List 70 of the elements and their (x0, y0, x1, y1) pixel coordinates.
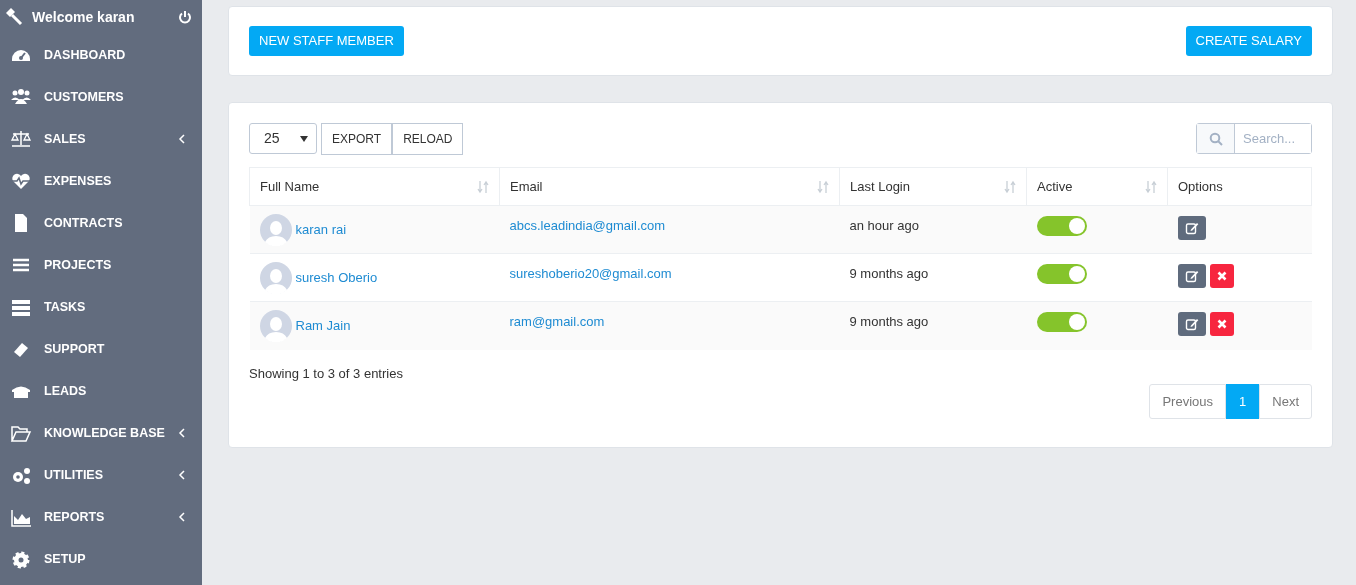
chevron-left-icon (178, 470, 186, 480)
active-toggle[interactable] (1036, 312, 1087, 332)
user-name-link[interactable]: Ram Jain (295, 316, 351, 336)
chevron-left-icon (178, 512, 186, 522)
email-link[interactable]: abcs.leadindia@gmail.com (509, 218, 666, 233)
table-tool-button[interactable]: RELOAD (392, 123, 464, 155)
heartbeat-icon (10, 171, 32, 191)
sidebar-item[interactable]: SETUP (0, 538, 202, 580)
column-header[interactable]: Last Login (839, 167, 1027, 206)
page-size-select[interactable]: 25 (249, 123, 317, 154)
edit-icon (1184, 269, 1199, 283)
gavel-icon (4, 7, 24, 27)
column-header[interactable]: Active (1026, 167, 1168, 206)
delete-button[interactable] (1209, 312, 1234, 336)
close-icon (1216, 271, 1227, 281)
sidebar-item[interactable]: PROJECTS (0, 244, 202, 286)
last-login-text: 9 months ago (849, 266, 929, 281)
sidebar-item[interactable]: CONTRACTS (0, 202, 202, 244)
edit-button[interactable] (1177, 312, 1206, 336)
edit-icon (1184, 221, 1199, 235)
sidebar-item[interactable]: EXPENSES (0, 160, 202, 202)
user-name-link[interactable]: karan rai (295, 220, 347, 240)
close-icon (1216, 319, 1227, 329)
sidebar-item[interactable]: DASHBOARD (0, 34, 202, 76)
power-icon[interactable] (178, 10, 192, 24)
sidebar-item[interactable]: KNOWLEDGE BASE (0, 412, 202, 454)
column-header[interactable]: Email (499, 167, 840, 206)
search-field[interactable]: Search... (1196, 123, 1312, 154)
chevron-left-icon (178, 428, 186, 438)
chevron-left-icon (178, 134, 186, 144)
sidebar-item[interactable]: UTILITIES (0, 454, 202, 496)
sort-icon (817, 179, 829, 194)
edit-icon (1184, 317, 1199, 331)
scales-icon (10, 129, 32, 149)
sidebar-item[interactable]: TASKS (0, 286, 202, 328)
sort-icon (477, 179, 489, 194)
folder-icon (10, 423, 32, 443)
sidebar-item[interactable]: LEADS (0, 370, 202, 412)
column-header: Options (1167, 167, 1312, 206)
pagination-link[interactable]: Next (1259, 383, 1312, 419)
last-login-text: 9 months ago (849, 314, 929, 329)
user-name-link[interactable]: suresh Oberio (295, 268, 378, 288)
column-header[interactable]: Full Name (249, 167, 500, 206)
search-icon (1208, 131, 1223, 146)
avatar-icon (259, 262, 292, 294)
sidebar-item[interactable]: SUPPORT (0, 328, 202, 370)
welcome-text: Welcome karan (32, 7, 136, 27)
last-login-text: an hour ago (849, 218, 919, 233)
caret-down-icon (300, 135, 308, 142)
active-toggle[interactable] (1036, 264, 1087, 284)
people-icon (10, 87, 32, 107)
delete-button[interactable] (1209, 264, 1234, 288)
sort-icon (1004, 179, 1016, 194)
entries-summary: Showing 1 to 3 of 3 entries (249, 364, 403, 383)
table-tool-button[interactable]: EXPORT (321, 123, 393, 155)
area-chart-icon (10, 507, 32, 527)
email-link[interactable]: ram@gmail.com (509, 314, 605, 329)
gear-icon (10, 549, 32, 569)
sidebar-item[interactable]: SALES (0, 118, 202, 160)
sidebar-item[interactable]: REPORTS (0, 496, 202, 538)
edit-button[interactable] (1177, 216, 1206, 240)
pagination-link[interactable]: Previous (1149, 383, 1227, 419)
avatar-icon (259, 214, 292, 246)
avatar-icon (259, 310, 292, 342)
email-link[interactable]: sureshoberio20@gmail.com (509, 266, 672, 281)
sidebar-item[interactable]: CUSTOMERS (0, 76, 202, 118)
tasks-icon (10, 297, 32, 317)
active-toggle[interactable] (1036, 216, 1087, 236)
sort-icon (1145, 179, 1157, 194)
edit-button[interactable] (1177, 264, 1206, 288)
